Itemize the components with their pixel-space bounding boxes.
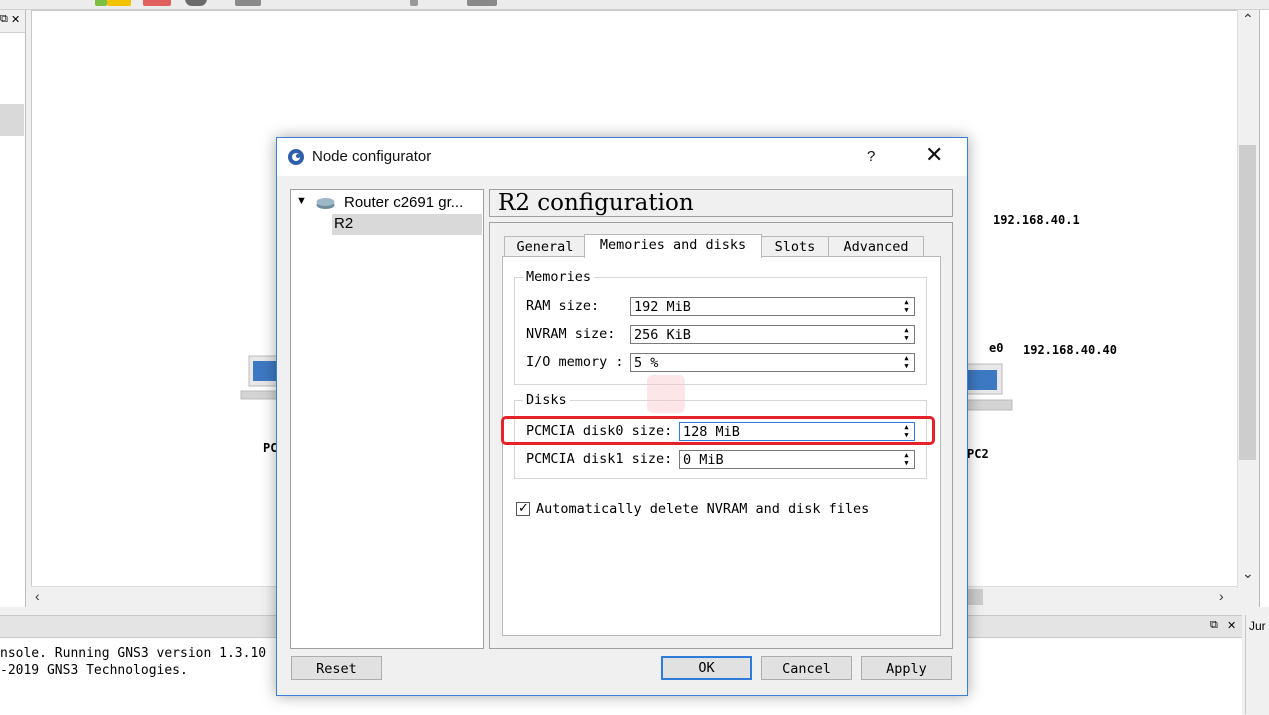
main-toolbar [0,0,1269,10]
tree-item-r2[interactable]: R2 [332,214,482,235]
ram-size-value: 192 MiB [634,299,691,315]
spin-up-icon[interactable]: ▲ [900,355,913,362]
auto-delete-label[interactable]: Automatically delete NVRAM and disk file… [536,501,869,517]
reload-icon[interactable] [185,0,207,6]
pc-left-icon[interactable] [239,351,280,426]
router-icon [316,198,335,209]
spin-up-icon[interactable]: ▲ [900,299,913,306]
tree-item-label: R2 [334,215,354,232]
left-dock-selected-item[interactable] [0,104,24,136]
jump-panel-label: Jur [1249,619,1266,633]
draw-icon[interactable] [410,0,418,6]
help-button[interactable]: ? [867,148,875,165]
tree-item-label: Router c2691 gr... [344,194,464,211]
stop-icon[interactable] [143,0,171,6]
apply-button[interactable]: Apply [861,656,952,680]
memories-group-title: Memories [523,269,595,285]
reset-button[interactable]: Reset [291,656,382,680]
pc2-icon[interactable] [966,356,1017,436]
star-icon[interactable] [107,0,131,6]
right-dock [1259,10,1269,607]
io-memory-spinbox[interactable]: 5 % ▲ ▼ [630,353,915,372]
rect-icon[interactable] [467,0,497,6]
interface-label: e0 [989,341,1004,355]
tab-slots[interactable]: Slots [760,236,830,257]
io-memory-value: 5 % [634,355,659,371]
ok-button[interactable]: OK [661,656,752,680]
spin-down-icon[interactable]: ▼ [900,307,913,314]
close-icon[interactable]: ✕ [11,13,20,26]
jump-panel: Jur [1245,615,1269,714]
pc2-label: PC2 [967,447,989,461]
ip-label-router: 192.168.40.1 [993,213,1080,227]
gns3-logo-icon [288,149,304,165]
annotation-highlight-box [501,416,935,445]
tab-advanced[interactable]: Advanced [828,236,924,257]
spin-down-icon[interactable]: ▼ [900,363,913,370]
float-icon[interactable]: ⧉ [0,13,8,26]
console-line: nsole. Running GNS3 version 1.3.10 [0,646,267,661]
spin-down-icon[interactable]: ▼ [900,335,913,342]
left-dock: ⧉ ✕ [0,10,26,607]
spin-up-icon[interactable]: ▲ [900,327,913,334]
console-line: -2019 GNS3 Technologies. [0,663,188,678]
close-button[interactable]: ✕ [925,144,943,166]
io-memory-label: I/O memory : [526,354,624,370]
scroll-up-icon[interactable]: ⌃ [1242,12,1254,26]
disks-group-title: Disks [523,392,570,408]
node-tree[interactable]: ▼ Router c2691 gr... R2 [290,189,484,649]
spin-down-icon[interactable]: ▼ [900,460,913,467]
scroll-left-icon[interactable]: ‹ [35,589,40,603]
disk1-size-value: 0 MiB [683,452,724,468]
nvram-size-spinbox[interactable]: 256 KiB ▲ ▼ [630,325,915,344]
config-title-text: R2 configuration [498,190,694,216]
tab-body: Memories RAM size: 192 MiB ▲ ▼ NVRAM size… [502,256,941,636]
disk1-size-label: PCMCIA disk1 size: [526,451,673,467]
nvram-size-value: 256 KiB [634,327,691,343]
console-icon[interactable] [235,0,261,6]
vertical-scroll-thumb[interactable] [1239,145,1256,460]
chevron-down-icon[interactable]: ▼ [296,195,307,207]
memories-group: Memories RAM size: 192 MiB ▲ ▼ NVRAM size… [514,269,927,385]
dialog-titlebar[interactable]: Node configurator ? ✕ [277,138,967,176]
tab-general[interactable]: General [504,236,586,257]
cancel-button[interactable]: Cancel [761,656,852,680]
disk1-size-spinbox[interactable]: 0 MiB ▲ ▼ [679,450,915,469]
close-icon[interactable]: ✕ [1227,619,1236,632]
config-title: R2 configuration [489,189,953,217]
spin-up-icon[interactable]: ▲ [900,452,913,459]
auto-delete-checkbox[interactable]: ✓ [516,500,530,516]
scroll-right-icon[interactable]: › [1219,589,1224,603]
scroll-down-icon[interactable]: ⌄ [1242,566,1254,580]
tree-item-router-group[interactable]: ▼ Router c2691 gr... [291,192,481,214]
ram-size-label: RAM size: [526,298,600,314]
node-configurator-dialog: Node configurator ? ✕ ▼ Router c2691 gr.… [276,137,968,696]
ram-size-spinbox[interactable]: 192 MiB ▲ ▼ [630,297,915,316]
left-dock-header: ⧉ ✕ [0,10,25,33]
dialog-title: Node configurator [312,148,432,165]
checkmark-icon: ✓ [518,500,529,515]
nvram-size-label: NVRAM size: [526,326,616,342]
tab-memories-and-disks[interactable]: Memories and disks [584,234,762,258]
ip-label-pc2: 192.168.40.40 [1023,343,1117,357]
play-icon[interactable] [95,0,107,6]
canvas-vertical-scrollbar[interactable]: ⌃ ⌄ [1237,10,1258,586]
search-watermark-icon [647,375,685,413]
float-icon[interactable]: ⧉ [1210,619,1218,632]
